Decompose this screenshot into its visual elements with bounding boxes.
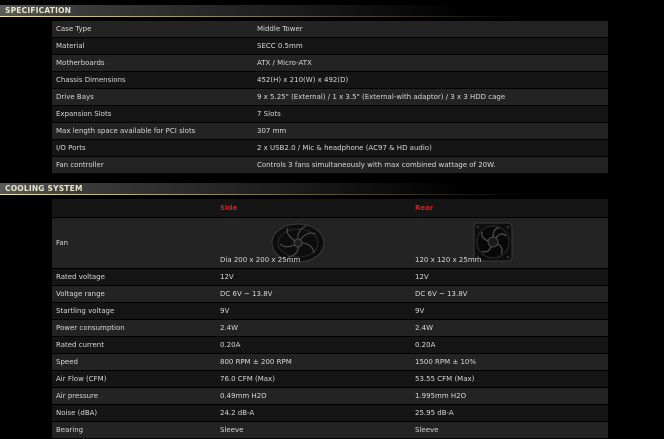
cooling-label: Speed [52, 353, 216, 371]
cooling-side: 12V [216, 268, 411, 286]
spec-label: Case Type [52, 21, 253, 38]
specification-table: Case Type Middle Tower Material SECC 0.5mm M… [52, 21, 608, 174]
side-fan-cell: Dia 200 x 200 x 25mm [216, 217, 411, 269]
spec-value: 9 x 5.25" (External) / 1 x 3.5" (Externa… [253, 88, 608, 106]
header-rule [0, 194, 664, 195]
cooling-side: 0.20A [216, 336, 411, 354]
spec-label: Motherboards [52, 54, 253, 72]
cooling-rear: 53.55 CFM (Max) [411, 370, 608, 388]
specification-title: SPECIFICATION [5, 6, 72, 15]
cooling-label: Startling voltage [52, 302, 216, 320]
cooling-rear: 0.20A [411, 336, 608, 354]
spec-label: Material [52, 37, 253, 55]
cooling-row: Rated voltage 12V 12V [52, 268, 608, 286]
cooling-rear: 9V [411, 302, 608, 320]
cooling-row: Air pressure 0.49mm H2O 1.995mm H2O [52, 387, 608, 405]
cooling-row: Voltage range DC 6V ~ 13.8V DC 6V ~ 13.8V [52, 285, 608, 303]
cooling-label: Voltage range [52, 285, 216, 303]
spec-value: 307 mm [253, 122, 608, 140]
cooling-row: Air Flow (CFM) 76.0 CFM (Max) 53.55 CFM (M… [52, 370, 608, 388]
spec-row: Case Type Middle Tower [52, 21, 608, 38]
cooling-side: Sleeve [216, 421, 411, 439]
spec-label: Expansion Slots [52, 105, 253, 123]
rear-header: Rear [411, 199, 608, 218]
specification-header: SPECIFICATION [0, 5, 664, 17]
cooling-label: Noise (dBA) [52, 404, 216, 422]
header-bar [0, 5, 664, 16]
cooling-header: COOLING SYSTEM [0, 183, 664, 195]
cooling-rear: DC 6V ~ 13.8V [411, 285, 608, 303]
rear-fan-cell: 120 x 120 x 25mm [411, 217, 608, 269]
cooling-rear: 1.995mm H2O [411, 387, 608, 405]
cooling-row: Bearing Sleeve Sleeve [52, 421, 608, 439]
header-bar [0, 183, 664, 194]
spec-value: SECC 0.5mm [253, 37, 608, 55]
spec-value: Middle Tower [253, 21, 608, 38]
spec-label: Chassis Dimensions [52, 71, 253, 89]
spec-row: I/O Ports 2 x USB2.0 / Mic & headphone (A… [52, 139, 608, 157]
spec-value: ATX / Micro-ATX [253, 54, 608, 72]
rear-fan-dimensions: 120 x 120 x 25mm [415, 255, 482, 264]
cooling-row: Noise (dBA) 24.2 dB-A 25.95 dB-A [52, 404, 608, 422]
cooling-row: Speed 800 RPM ± 200 RPM 1500 RPM ± 10% [52, 353, 608, 371]
cooling-label: Bearing [52, 421, 216, 439]
cooling-header-row: Side Rear [52, 199, 608, 218]
spec-row: Max length space available for PCI slots… [52, 122, 608, 140]
cooling-side: 24.2 dB-A [216, 404, 411, 422]
cooling-side: 0.49mm H2O [216, 387, 411, 405]
spec-row: Drive Bays 9 x 5.25" (External) / 1 x 3.5… [52, 88, 608, 106]
cooling-label: Rated current [52, 336, 216, 354]
cooling-label: Air pressure [52, 387, 216, 405]
cooling-row: Startling voltage 9V 9V [52, 302, 608, 320]
header-rule [0, 16, 664, 17]
spec-label: Drive Bays [52, 88, 253, 106]
spec-value: 7 Slots [253, 105, 608, 123]
cooling-side: 2.4W [216, 319, 411, 337]
cooling-side: DC 6V ~ 13.8V [216, 285, 411, 303]
fan-label: Fan [52, 217, 216, 269]
cooling-side: 9V [216, 302, 411, 320]
spec-row: Chassis Dimensions 452(H) x 210(W) x 492(… [52, 71, 608, 89]
fan-row: Fan Dia 200 x 200 x 25mm 120 x 120 x 25m… [52, 217, 608, 269]
cooling-rear: 2.4W [411, 319, 608, 337]
spec-value: 2 x USB2.0 / Mic & headphone (AC97 & HD … [253, 139, 608, 157]
side-header: Side [216, 199, 411, 218]
cooling-title: COOLING SYSTEM [5, 184, 83, 193]
cooling-rear: 12V [411, 268, 608, 286]
cooling-row: Power consumption 2.4W 2.4W [52, 319, 608, 337]
spec-label: Fan controller [52, 156, 253, 174]
cooling-rear: Sleeve [411, 421, 608, 439]
cooling-label: Air Flow (CFM) [52, 370, 216, 388]
cooling-row: Rated current 0.20A 0.20A [52, 336, 608, 354]
spec-value: 452(H) x 210(W) x 492(D) [253, 71, 608, 89]
side-fan-dimensions: Dia 200 x 200 x 25mm [220, 255, 301, 264]
spec-row: Motherboards ATX / Micro-ATX [52, 54, 608, 72]
cooling-label: Power consumption [52, 319, 216, 337]
spec-label: Max length space available for PCI slots [52, 122, 253, 140]
spec-row: Fan controller Controls 3 fans simultaneo… [52, 156, 608, 174]
cooling-label: Rated voltage [52, 268, 216, 286]
empty-header-cell [52, 199, 216, 218]
cooling-rear: 1500 RPM ± 10% [411, 353, 608, 371]
cooling-side: 800 RPM ± 200 RPM [216, 353, 411, 371]
cooling-side: 76.0 CFM (Max) [216, 370, 411, 388]
spec-label: I/O Ports [52, 139, 253, 157]
cooling-rear: 25.95 dB-A [411, 404, 608, 422]
spec-value: Controls 3 fans simultaneously with max … [253, 156, 608, 174]
cooling-table: Side Rear Fan Dia 200 x 200 x 25mm 120 x… [52, 199, 608, 439]
spec-row: Material SECC 0.5mm [52, 37, 608, 55]
spec-row: Expansion Slots 7 Slots [52, 105, 608, 123]
